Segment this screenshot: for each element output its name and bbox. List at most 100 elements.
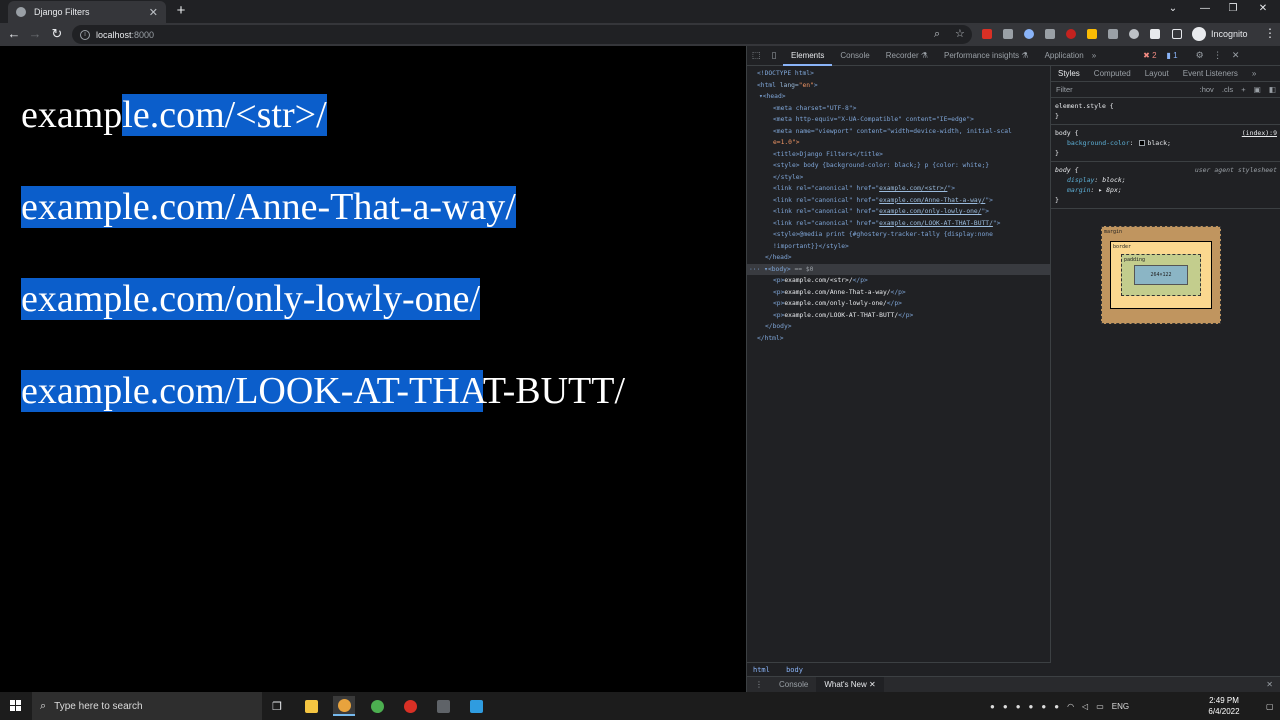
browser-menu-icon[interactable]: ⋮ <box>1264 26 1276 40</box>
dom-node[interactable]: <link rel="canonical" href="example.com/… <box>747 183 1050 195</box>
back-icon[interactable]: ← <box>7 26 21 42</box>
dom-node[interactable]: <p>example.com/LOOK-AT-THAT-BUTT/</p> <box>747 310 1050 322</box>
tab-event-listeners[interactable]: Event Listeners <box>1176 69 1245 78</box>
css-property[interactable]: background-color: black; <box>1055 138 1277 148</box>
dom-tree[interactable]: <!DOCTYPE html> <html lang="en"> ▾<head>… <box>747 66 1051 662</box>
breadcrumb-html[interactable]: html <box>753 666 770 674</box>
close-tab-icon[interactable]: ✕ <box>149 6 158 19</box>
wifi-icon[interactable]: ◠ <box>1067 702 1074 711</box>
dom-node[interactable]: <link rel="canonical" href="example.com/… <box>747 218 1050 230</box>
browser-tab[interactable]: Django Filters ✕ <box>8 1 166 23</box>
close-window-button[interactable]: ✕ <box>1256 3 1270 14</box>
link-href[interactable]: example.com/<str>/ <box>879 185 947 192</box>
bookmark-star-icon[interactable]: ☆ <box>955 25 965 44</box>
tray-icon[interactable]: ● <box>1041 702 1046 711</box>
computed-style-toggle-icon[interactable]: ▣ <box>1254 85 1261 94</box>
dom-node-selected[interactable]: ··· ▾<body> == $0 <box>747 263 1050 275</box>
extension-icon[interactable] <box>1129 29 1139 39</box>
extension-icon[interactable] <box>1003 29 1013 39</box>
system-clock[interactable]: 2:49 PM 6/4/2022 <box>1202 695 1246 717</box>
dom-node[interactable]: <meta name="viewport" content="width=dev… <box>747 126 1050 138</box>
tab-styles[interactable]: Styles <box>1051 69 1087 78</box>
tray-icon[interactable]: ● <box>1003 702 1008 711</box>
vscode-icon[interactable] <box>465 696 487 716</box>
tab-recorder[interactable]: Recorder ⚗ <box>878 46 936 66</box>
incognito-profile[interactable]: Incognito <box>1192 27 1248 41</box>
dom-node[interactable]: <!DOCTYPE html> <box>747 68 1050 80</box>
task-view-icon[interactable]: ❐ <box>266 696 288 716</box>
notifications-icon[interactable]: ▢ <box>1266 692 1274 720</box>
windows-start-icon[interactable] <box>10 700 22 712</box>
extension-icon[interactable] <box>1087 29 1097 39</box>
forward-icon[interactable]: → <box>28 26 42 42</box>
chrome-icon[interactable] <box>366 696 388 716</box>
dom-node[interactable]: </body> <box>747 321 1050 333</box>
site-info-icon[interactable]: i <box>80 29 90 40</box>
cls-toggle[interactable]: .cls <box>1222 85 1233 94</box>
dom-node[interactable]: <style>@media print {#ghostery-tracker-t… <box>747 229 1050 241</box>
inspect-element-icon[interactable]: ⬚ <box>747 50 765 61</box>
chrome-incognito-icon[interactable] <box>333 696 355 716</box>
style-rule-body[interactable]: (index):9 body { background-color: black… <box>1051 125 1280 162</box>
close-drawer-icon[interactable]: ✕ <box>1258 680 1280 689</box>
dom-node[interactable]: e=1.0"> <box>747 137 1050 149</box>
tray-icon[interactable]: ● <box>1029 702 1034 711</box>
drawer-menu-icon[interactable]: ⋮ <box>747 680 771 689</box>
tab-layout[interactable]: Layout <box>1138 69 1176 78</box>
new-tab-button[interactable]: + <box>174 3 188 19</box>
dom-node[interactable]: <style> body {background-color: black;} … <box>747 160 1050 172</box>
rule-source-link[interactable]: (index):9 <box>1242 128 1277 138</box>
drawer-tab-console[interactable]: Console <box>771 680 816 689</box>
dom-node[interactable]: <link rel="canonical" href="example.com/… <box>747 195 1050 207</box>
maximize-button[interactable]: ❐ <box>1226 3 1240 14</box>
tab-console[interactable]: Console <box>832 46 877 66</box>
dom-node[interactable]: <link rel="canonical" href="example.com/… <box>747 206 1050 218</box>
dom-node[interactable]: <meta charset="UTF-8"> <box>747 103 1050 115</box>
dom-node[interactable]: !important}}</style> <box>747 241 1050 253</box>
link-href[interactable]: example.com/LOOK-AT-THAT-BUTT/ <box>879 220 993 227</box>
file-explorer-icon[interactable] <box>300 696 322 716</box>
device-toolbar-icon[interactable]: ▯ <box>765 50 783 61</box>
minimize-button[interactable]: — <box>1198 3 1212 14</box>
hov-toggle[interactable]: :hov <box>1200 85 1214 94</box>
zoom-icon[interactable]: ⌕ <box>934 25 940 44</box>
more-tabs-icon[interactable]: » <box>1092 51 1096 60</box>
puzzle-icon[interactable] <box>1150 29 1160 39</box>
more-tabs-icon[interactable]: » <box>1245 69 1263 78</box>
dom-node[interactable]: ▾<head> <box>747 91 1050 103</box>
language-indicator[interactable]: ENG <box>1112 702 1129 711</box>
app-icon[interactable] <box>432 696 454 716</box>
extension-icon[interactable] <box>1045 29 1055 39</box>
dom-node[interactable]: <p>example.com/<str>/</p> <box>747 275 1050 287</box>
tray-icon[interactable]: ● <box>1016 702 1021 711</box>
sidebar-toggle-icon[interactable]: ◧ <box>1269 85 1276 94</box>
tray-icon[interactable]: ● <box>1054 702 1059 711</box>
dom-node[interactable]: <title>Django Filters</title> <box>747 149 1050 161</box>
taskbar-search-box[interactable]: ⌕ Type here to search <box>32 692 262 720</box>
styles-filter-input[interactable]: Filter <box>1056 85 1073 94</box>
extension-icon[interactable] <box>1108 29 1118 39</box>
reload-icon[interactable]: ↻ <box>50 26 64 42</box>
side-panel-icon[interactable] <box>1172 29 1182 39</box>
extension-icon[interactable] <box>1066 29 1076 39</box>
address-bar[interactable]: i localhost:8000 ⌕ ☆ <box>72 25 972 44</box>
drawer-tab-whats-new[interactable]: What's New ✕ <box>816 676 884 693</box>
color-swatch[interactable] <box>1139 140 1146 146</box>
style-rule-user-agent[interactable]: user agent stylesheet body { display: bl… <box>1051 162 1280 209</box>
dom-node[interactable]: <html lang="en"> <box>747 80 1050 92</box>
tab-performance-insights[interactable]: Performance insights ⚗ <box>936 46 1037 66</box>
breadcrumb-body[interactable]: body <box>786 666 803 674</box>
link-href[interactable]: example.com/only-lowly-one/ <box>879 208 981 215</box>
error-count-badge[interactable]: ✖ 2 <box>1140 51 1159 60</box>
add-rule-icon[interactable]: + <box>1241 85 1245 94</box>
dom-node[interactable]: </head> <box>747 252 1050 264</box>
tab-application[interactable]: Application <box>1037 46 1092 66</box>
tab-search-icon[interactable]: ⌄ <box>1166 3 1180 14</box>
dom-node[interactable]: </html> <box>747 333 1050 345</box>
dom-node[interactable]: </style> <box>747 172 1050 184</box>
tab-elements[interactable]: Elements <box>783 46 833 66</box>
tray-icon[interactable]: ● <box>990 702 995 711</box>
dom-node[interactable]: <meta http-equiv="X-UA-Compatible" conte… <box>747 114 1050 126</box>
settings-gear-icon[interactable]: ⚙ <box>1191 50 1209 61</box>
devtools-menu-icon[interactable]: ⋮ <box>1209 50 1227 61</box>
